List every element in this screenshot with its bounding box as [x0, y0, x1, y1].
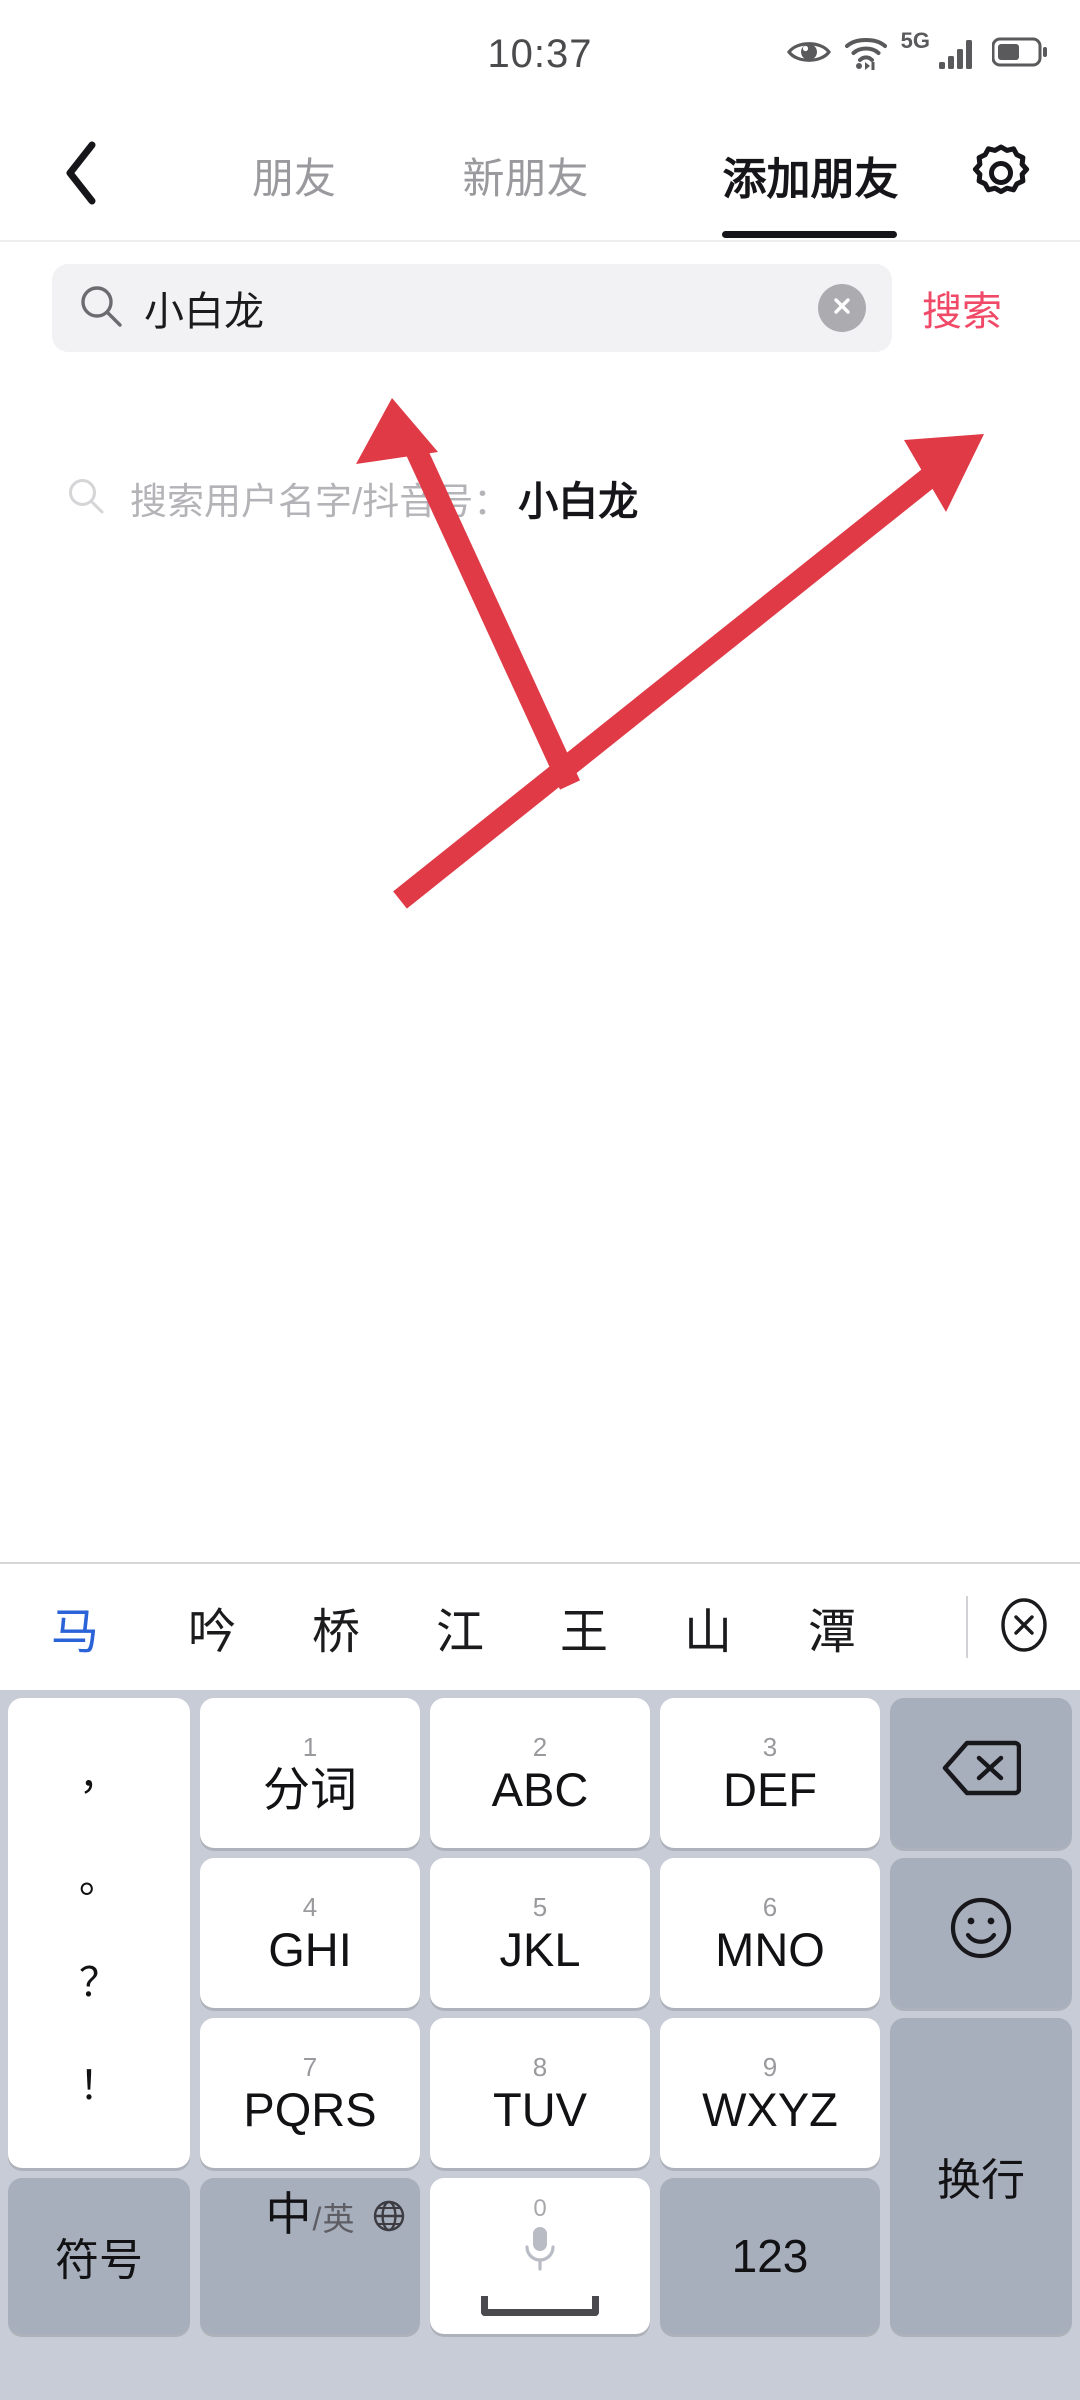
key-ghi[interactable]: 4 GHI: [200, 1858, 420, 2008]
key-abc-label: ABC: [491, 1762, 589, 1816]
punct-period: 。: [79, 1857, 119, 1902]
symbol-key-label: 符号: [55, 2236, 143, 2285]
status-bar: 10:37 5G: [0, 0, 1080, 108]
key-pqrs-label: PQRS: [243, 2082, 377, 2136]
punctuation-key[interactable]: ， 。 ？ ！: [8, 1698, 190, 2168]
key-mno-number: 6: [762, 1891, 778, 1922]
key-abc-number: 2: [532, 1731, 548, 1762]
key-def-label: DEF: [723, 1762, 817, 1816]
key-mno-label: MNO: [715, 1922, 825, 1976]
space-bar-glyph: [481, 2295, 599, 2316]
language-separator: /: [312, 2201, 322, 2237]
clear-circle-icon: [828, 292, 856, 325]
symbol-key[interactable]: 符号: [8, 2178, 190, 2334]
tab-active-underline: [722, 231, 897, 238]
key-pqrs-number: 7: [302, 2051, 318, 2082]
numeric-key[interactable]: 123: [660, 2178, 880, 2334]
signal-icon: [938, 35, 980, 74]
space-key-number: 0: [533, 2194, 547, 2222]
candidate-close-button[interactable]: [968, 1563, 1080, 1691]
key-def-number: 3: [762, 1731, 778, 1762]
microphone-icon[interactable]: [518, 2223, 562, 2286]
key-fenci-number: 1: [302, 1731, 318, 1762]
numeric-key-label: 123: [731, 2230, 809, 2282]
candidate-6[interactable]: 潭: [770, 1563, 894, 1691]
close-circle-icon: [994, 1595, 1054, 1660]
key-mno[interactable]: 6 MNO: [660, 1858, 880, 2008]
navigation-bar: 朋友 新朋友 添加朋友: [0, 108, 1080, 242]
key-fenci-label: 分词: [263, 1762, 357, 1816]
candidate-3[interactable]: 江: [398, 1563, 522, 1691]
smiley-icon: [945, 1892, 1017, 1975]
backspace-icon: [941, 1739, 1022, 1808]
key-wxyz[interactable]: 9 WXYZ: [660, 2018, 880, 2168]
key-pqrs[interactable]: 7 PQRS: [200, 2018, 420, 2168]
search-icon: [66, 476, 106, 521]
search-icon: [78, 283, 124, 334]
back-button[interactable]: [34, 108, 130, 242]
language-en-label: 英: [322, 2201, 355, 2237]
candidate-0[interactable]: 马: [0, 1563, 150, 1691]
chevron-left-icon: [62, 141, 102, 210]
clear-input-button[interactable]: [818, 284, 866, 332]
key-jkl-number: 5: [532, 1891, 548, 1922]
space-key[interactable]: 0: [430, 2178, 650, 2334]
key-tuv-number: 8: [532, 2051, 548, 2082]
tab-add-friends[interactable]: 添加朋友: [678, 108, 943, 242]
punct-exclaim: ！: [79, 2064, 119, 2109]
candidate-4[interactable]: 王: [522, 1563, 646, 1691]
key-ghi-label: GHI: [268, 1922, 352, 1976]
enter-key[interactable]: 换行: [890, 2018, 1072, 2334]
search-input-value[interactable]: 小白龙: [144, 279, 818, 337]
candidate-5[interactable]: 山: [646, 1563, 770, 1691]
key-abc[interactable]: 2 ABC: [430, 1698, 650, 1848]
key-tuv[interactable]: 8 TUV: [430, 2018, 650, 2168]
backspace-key[interactable]: [890, 1698, 1072, 1848]
search-suggestion-row[interactable]: 搜索用户名字/抖音号： 小白龙: [0, 440, 1080, 556]
suggestion-label: 搜索用户名字/抖音号：: [130, 481, 511, 522]
eye-care-icon: [786, 37, 831, 72]
key-wxyz-number: 9: [762, 2051, 778, 2082]
keyboard: 马 吟 桥 江 王 山 潭 ， 。 ？ ！ 1 分词 2 ABC 3 DEF 4…: [0, 1562, 1080, 2400]
wifi-icon: [843, 34, 889, 75]
gear-icon: [969, 141, 1033, 210]
tab-new-friends[interactable]: 新朋友: [418, 108, 633, 242]
status-icons: 5G: [786, 0, 1048, 108]
search-row: 小白龙 搜索: [0, 242, 1080, 374]
emoji-key[interactable]: [890, 1858, 1072, 2008]
key-tuv-label: TUV: [493, 2082, 587, 2136]
key-def[interactable]: 3 DEF: [660, 1698, 880, 1848]
tab-new-friends-label: 新朋友: [462, 154, 589, 202]
key-grid: ， 。 ？ ！ 1 分词 2 ABC 3 DEF 4 GHI 5 JKL 6 M…: [0, 1692, 1080, 2400]
suggestion-query: 小白龙: [518, 480, 639, 524]
language-zh-label: 中: [265, 2188, 312, 2240]
key-wxyz-label: WXYZ: [702, 2082, 838, 2136]
tab-add-friends-label: 添加朋友: [722, 155, 899, 204]
enter-key-label: 换行: [937, 2156, 1025, 2205]
key-jkl[interactable]: 5 JKL: [430, 1858, 650, 2008]
tab-friends-label: 朋友: [251, 154, 336, 202]
candidate-2[interactable]: 桥: [274, 1563, 398, 1691]
tab-friends[interactable]: 朋友: [214, 108, 374, 242]
settings-button[interactable]: [946, 108, 1056, 242]
search-input[interactable]: 小白龙: [52, 264, 892, 352]
key-fenci[interactable]: 1 分词: [200, 1698, 420, 1848]
key-ghi-number: 4: [302, 1891, 318, 1922]
battery-icon: [991, 37, 1048, 72]
punct-comma: ，: [79, 1753, 119, 1798]
punct-question: ？: [79, 1960, 119, 2005]
5g-label: 5G: [900, 28, 930, 53]
candidate-bar: 马 吟 桥 江 王 山 潭: [0, 1562, 1080, 1690]
key-jkl-label: JKL: [499, 1922, 581, 1976]
globe-icon[interactable]: [372, 2190, 406, 2244]
candidate-1[interactable]: 吟: [150, 1563, 274, 1691]
language-switch-key[interactable]: 中 / 英: [200, 2178, 420, 2334]
phone-screen: 10:37 5G 朋友 新朋友 添加朋友 小白龙 搜索 搜索用户名字/抖音号： …: [0, 0, 1080, 2400]
search-submit-button[interactable]: 搜索: [922, 279, 1002, 337]
